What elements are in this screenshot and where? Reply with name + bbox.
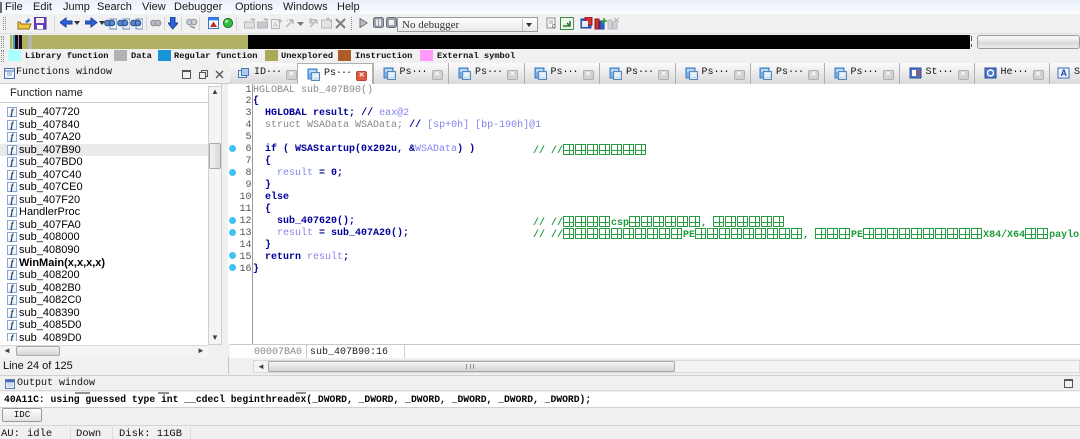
svg-text:A: A [1061,68,1068,78]
svg-text:A: A [273,22,278,29]
svg-text:c: c [552,23,556,29]
